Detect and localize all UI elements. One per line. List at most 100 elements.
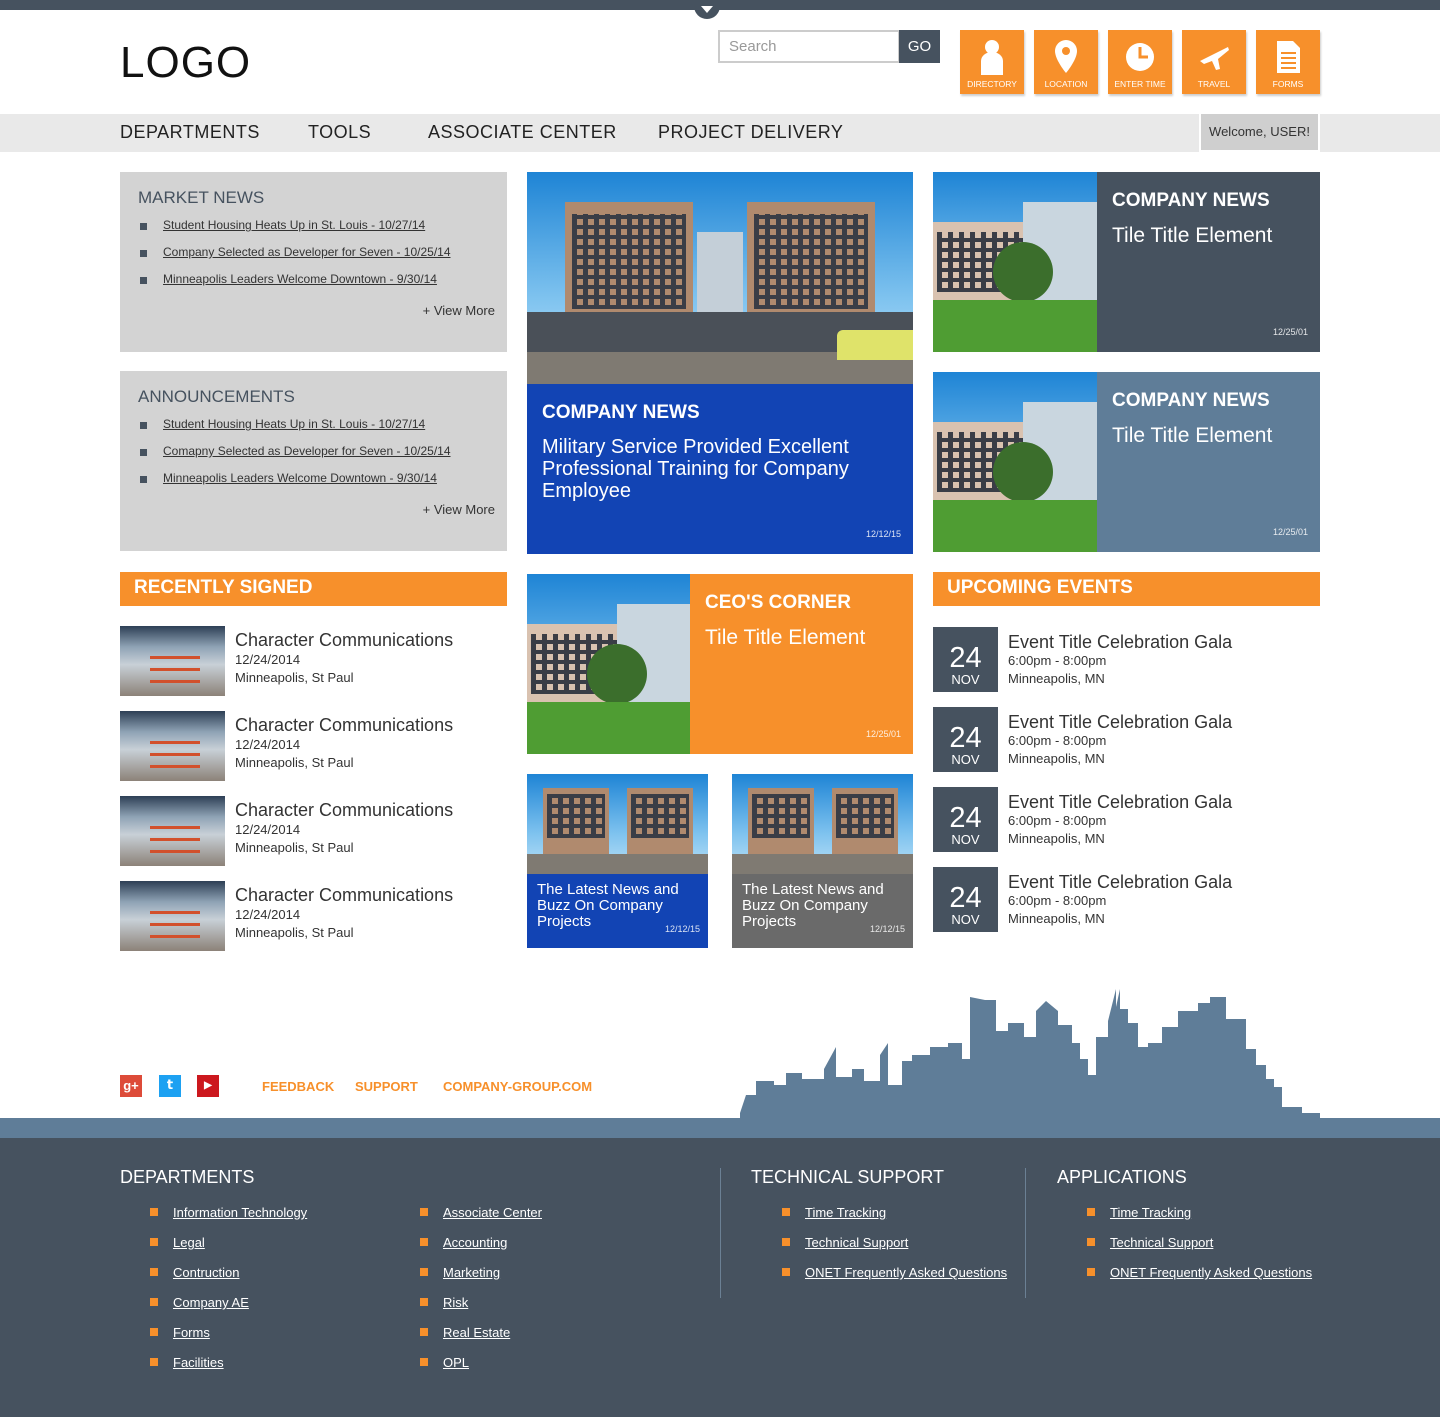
nav-tools[interactable]: TOOLS — [308, 122, 371, 143]
signed-item[interactable]: Character Communications 12/24/2014 Minn… — [120, 626, 510, 696]
support-link[interactable]: SUPPORT — [355, 1079, 418, 1094]
footer-link[interactable]: OPL — [420, 1355, 469, 1370]
document-icon — [1277, 41, 1300, 73]
announcements-view-more[interactable]: + View More — [423, 502, 495, 517]
feedback-link[interactable]: FEEDBACK — [262, 1079, 334, 1094]
list-item: Student Housing Heats Up in St. Louis - … — [138, 417, 451, 444]
list-item: Comapny Selected as Developer for Seven … — [138, 444, 451, 471]
person-icon — [981, 40, 1003, 75]
youtube-icon[interactable]: ▶ — [197, 1075, 219, 1097]
feature-news-tile[interactable]: COMPANY NEWS Military Service Provided E… — [527, 172, 913, 554]
travel-label: TRAVEL — [1197, 79, 1231, 89]
event-time: 6:00pm - 8:00pm — [1008, 653, 1107, 668]
event-month: NOV — [951, 832, 980, 847]
event-month: NOV — [951, 672, 980, 687]
logo[interactable]: LOGO — [120, 38, 251, 88]
google-plus-icon[interactable]: g+ — [120, 1075, 142, 1097]
event-date-badge: 24 NOV — [933, 627, 998, 692]
announcement-link[interactable]: Minneapolis Leaders Welcome Downtown - 9… — [163, 471, 437, 485]
footer-link[interactable]: Marketing — [420, 1265, 500, 1280]
signed-item[interactable]: Character Communications 12/24/2014 Minn… — [120, 881, 510, 951]
footer-link[interactable]: ONET Frequently Asked Questions — [782, 1265, 1007, 1280]
footer-link[interactable]: Contruction — [150, 1265, 239, 1280]
search-input[interactable] — [718, 30, 900, 63]
ceo-corner-category: CEO'S CORNER — [705, 592, 851, 613]
company-news-tile[interactable]: COMPANY NEWS Tile Title Element 12/25/01 — [933, 372, 1320, 552]
event-date-badge: 24 NOV — [933, 787, 998, 852]
location-button[interactable]: LOCATION — [1034, 30, 1098, 94]
event-time: 6:00pm - 8:00pm — [1008, 893, 1107, 908]
event-title: Event Title Celebration Gala — [1008, 792, 1233, 812]
company-news-category: COMPANY NEWS — [1112, 390, 1270, 411]
forms-button[interactable]: FORMS — [1256, 30, 1320, 94]
footer-link[interactable]: Associate Center — [420, 1205, 542, 1220]
signed-title: Character Communications — [235, 800, 454, 820]
footer-applications-heading: APPLICATIONS — [1057, 1167, 1187, 1187]
company-site-link[interactable]: COMPANY-GROUP.COM — [443, 1079, 592, 1094]
footer-link[interactable]: Risk — [420, 1295, 468, 1310]
event-time: 6:00pm - 8:00pm — [1008, 813, 1107, 828]
top-bar — [0, 0, 1440, 10]
project-news-title: The Latest News and Buzz On Company Proj… — [742, 881, 884, 930]
footer-link[interactable]: Company AE — [150, 1295, 249, 1310]
directory-button[interactable]: DIRECTORY — [960, 30, 1024, 94]
feature-tile-category: COMPANY NEWS — [542, 402, 700, 423]
apartment-building-photo — [732, 774, 913, 874]
event-time: 6:00pm - 8:00pm — [1008, 733, 1107, 748]
forms-label: FORMS — [1272, 79, 1304, 89]
travel-button[interactable]: TRAVEL — [1182, 30, 1246, 94]
company-news-date: 12/25/01 — [1272, 527, 1308, 537]
company-news-title: Tile Title Element — [1112, 224, 1273, 247]
footer-link[interactable]: Technical Support — [782, 1235, 908, 1250]
footer-link[interactable]: Technical Support — [1087, 1235, 1213, 1250]
footer-link[interactable]: Facilities — [150, 1355, 224, 1370]
event-item[interactable]: 24 NOV Event Title Celebration Gala 6:00p… — [933, 707, 1320, 772]
event-item[interactable]: 24 NOV Event Title Celebration Gala 6:00p… — [933, 787, 1320, 852]
collapse-toggle[interactable] — [694, 0, 720, 19]
event-item[interactable]: 24 NOV Event Title Celebration Gala 6:00p… — [933, 627, 1320, 692]
footer-link[interactable]: Time Tracking — [782, 1205, 886, 1220]
footer-link[interactable]: Legal — [150, 1235, 205, 1250]
search-go-button[interactable]: GO — [899, 30, 940, 63]
footer-link[interactable]: Forms — [150, 1325, 210, 1340]
signed-title: Character Communications — [235, 885, 454, 905]
footer-link[interactable]: Time Tracking — [1087, 1205, 1191, 1220]
ceo-corner-tile[interactable]: CEO'S CORNER Tile Title Element 12/25/01 — [527, 574, 913, 754]
nav-associate-center[interactable]: ASSOCIATE CENTER — [428, 122, 617, 143]
project-news-tile[interactable]: The Latest News and Buzz On Company Proj… — [527, 774, 708, 948]
office-campus-photo — [527, 574, 690, 754]
market-news-link[interactable]: Minneapolis Leaders Welcome Downtown - 9… — [163, 272, 437, 286]
signed-date: 12/24/2014 — [235, 907, 301, 922]
footer-divider — [720, 1168, 721, 1298]
twitter-icon[interactable]: t — [159, 1075, 181, 1097]
market-news-link[interactable]: Student Housing Heats Up in St. Louis - … — [163, 218, 425, 232]
project-news-title: The Latest News and Buzz On Company Proj… — [537, 881, 679, 930]
event-month: NOV — [951, 912, 980, 927]
office-campus-photo — [933, 172, 1097, 352]
event-month: NOV — [951, 752, 980, 767]
footer-link[interactable]: Information Technology — [150, 1205, 307, 1220]
signed-title: Character Communications — [235, 715, 454, 735]
market-news-link[interactable]: Company Selected as Developer for Seven … — [163, 245, 451, 259]
signed-item[interactable]: Character Communications 12/24/2014 Minn… — [120, 796, 510, 866]
signed-date: 12/24/2014 — [235, 737, 301, 752]
footer-divider — [1025, 1168, 1026, 1298]
market-news-view-more[interactable]: + View More — [423, 303, 495, 318]
event-day: 24 — [949, 882, 982, 914]
signed-date: 12/24/2014 — [235, 652, 301, 667]
welcome-user[interactable]: Welcome, USER! — [1199, 114, 1320, 152]
company-news-tile[interactable]: COMPANY NEWS Tile Title Element 12/25/01 — [933, 172, 1320, 352]
announcement-link[interactable]: Student Housing Heats Up in St. Louis - … — [163, 417, 425, 431]
announcement-link[interactable]: Comapny Selected as Developer for Seven … — [163, 444, 451, 458]
footer-link[interactable]: Accounting — [420, 1235, 507, 1250]
event-item[interactable]: 24 NOV Event Title Celebration Gala 6:00p… — [933, 867, 1320, 932]
footer-link[interactable]: Real Estate — [420, 1325, 510, 1340]
nav-project-delivery[interactable]: PROJECT DELIVERY — [658, 122, 843, 143]
signed-location: Minneapolis, St Paul — [235, 755, 354, 770]
project-news-tile[interactable]: The Latest News and Buzz On Company Proj… — [732, 774, 913, 948]
footer-link[interactable]: ONET Frequently Asked Questions — [1087, 1265, 1312, 1280]
signed-item[interactable]: Character Communications 12/24/2014 Minn… — [120, 711, 510, 781]
event-title: Event Title Celebration Gala — [1008, 632, 1233, 652]
nav-departments[interactable]: DEPARTMENTS — [120, 122, 260, 143]
enter-time-button[interactable]: ENTER TIME — [1108, 30, 1172, 94]
